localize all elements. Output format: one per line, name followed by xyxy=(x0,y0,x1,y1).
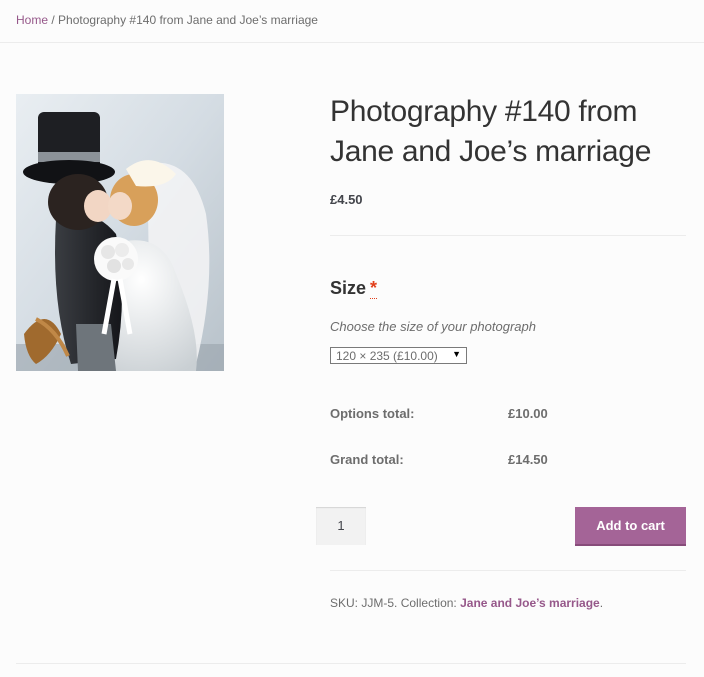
grand-total-value: £14.50 xyxy=(508,452,548,467)
options-total-label: Options total: xyxy=(330,406,415,421)
price-divider xyxy=(330,235,686,236)
product-meta: SKU: JJM-5. Collection: Jane and Joe’s m… xyxy=(330,596,603,610)
sku-label: SKU: xyxy=(330,596,359,610)
cart-divider xyxy=(330,570,686,571)
header-divider xyxy=(0,42,704,43)
add-to-cart-button[interactable]: Add to cart xyxy=(575,507,686,546)
product-title: Photography #140 from Jane and Joe’s mar… xyxy=(330,95,652,168)
sku-value: JJM-5 xyxy=(361,596,395,610)
grand-total-label: Grand total: xyxy=(330,452,404,467)
required-marker: * xyxy=(370,278,378,299)
collection-link[interactable]: Jane and Joe’s marriage xyxy=(460,596,600,610)
size-option-heading: Size * xyxy=(330,278,378,299)
footer-divider xyxy=(16,663,686,664)
sku-period: . xyxy=(394,596,398,610)
size-description: Choose the size of your photograph xyxy=(330,319,536,334)
size-heading-label: Size xyxy=(330,278,367,298)
breadcrumb-home-link[interactable]: Home xyxy=(16,13,48,27)
breadcrumb-current: Photography #140 from Jane and Joe’s mar… xyxy=(58,13,318,27)
breadcrumb-separator: / xyxy=(48,13,59,27)
product-price: £4.50 xyxy=(330,192,363,207)
quantity-input[interactable]: 1 xyxy=(316,507,366,545)
size-select[interactable]: 120 × 235 (£10.00) ▼ xyxy=(330,347,467,364)
size-select-value: 120 × 235 (£10.00) xyxy=(336,349,438,363)
chevron-down-icon: ▼ xyxy=(452,349,461,359)
collection-label: Collection: xyxy=(400,596,457,610)
options-total-value: £10.00 xyxy=(508,406,548,421)
product-image[interactable] xyxy=(16,94,224,371)
collection-period: . xyxy=(599,596,604,610)
breadcrumb: Home / Photography #140 from Jane and Jo… xyxy=(16,13,318,27)
